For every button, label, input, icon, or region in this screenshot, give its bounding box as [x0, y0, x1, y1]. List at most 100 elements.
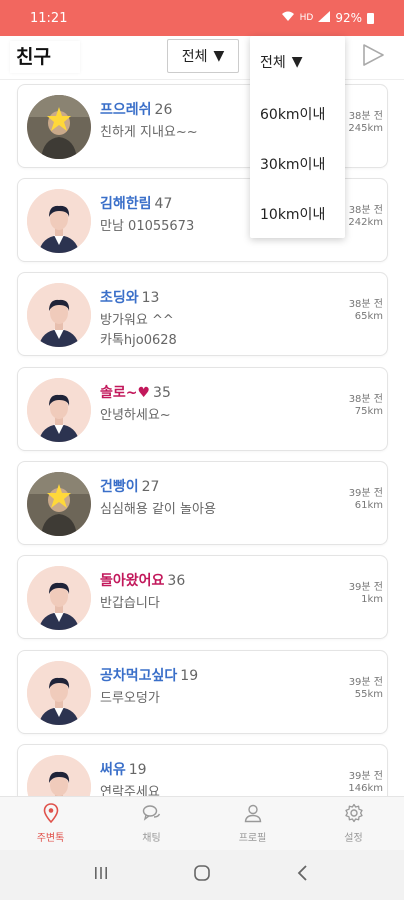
last-active-time: 38분 전 [348, 111, 383, 122]
friend-age: 27 [141, 479, 160, 495]
friend-name: 솔로~♥ [100, 385, 151, 401]
signal-icon [318, 11, 331, 25]
friend-status-message: 드루오덩가 [100, 691, 160, 706]
friend-age: 36 [167, 573, 186, 589]
friend-age: 19 [128, 762, 147, 778]
friend-name: 써유 [100, 762, 126, 778]
recent-apps-icon[interactable] [91, 863, 111, 887]
dropdown-arrow-icon: ▼ [213, 48, 225, 64]
friend-name-line: 돌아왔어요 36 [100, 570, 185, 590]
option-label: 60km이내 [260, 107, 326, 123]
battery-icon [367, 12, 374, 24]
last-active-time: 38분 전 [348, 205, 383, 216]
chat-bubbles-icon [142, 803, 162, 826]
gear-icon [344, 803, 364, 826]
friend-status-message: 심심해용 같이 놀아용 [100, 502, 216, 517]
distance-label: 61km [354, 500, 383, 511]
person-icon [243, 803, 263, 826]
system-navigation-bar [0, 850, 404, 900]
friend-name-line: 써유 19 [100, 759, 147, 779]
distance-label: 245km [348, 123, 383, 134]
friend-age: 19 [180, 668, 199, 684]
nav-profile[interactable]: 프로필 [202, 797, 303, 850]
avatar[interactable] [27, 95, 91, 159]
friend-status-message: 방가워요 ^^ 카톡hjo0628 [100, 313, 177, 348]
friend-name: 건빵이 [100, 479, 139, 495]
page-title: 친구 [10, 41, 80, 73]
friend-name: 프으레쉬 [100, 102, 152, 118]
network-label: HD [299, 13, 314, 23]
nav-settings[interactable]: 설정 [303, 797, 404, 850]
distance-label: 75km [354, 406, 383, 417]
last-active-time: 38분 전 [348, 299, 383, 310]
nav-chat[interactable]: 채팅 [101, 797, 202, 850]
friend-name: 김해한림 [100, 196, 152, 212]
distance-label: 55km [354, 689, 383, 700]
friend-name: 초딩와 [100, 290, 139, 306]
friend-name-line: 김해한림 47 [100, 193, 172, 213]
friend-card[interactable]: 써유 19 연락주세요 39분 전 146km [17, 744, 388, 796]
friend-card[interactable]: 초딩와 13 방가워요 ^^ 카톡hjo0628 38분 전 65km [17, 272, 388, 356]
avatar[interactable] [27, 661, 91, 725]
last-active-time: 39분 전 [348, 488, 383, 499]
distance-label: 65km [354, 311, 383, 322]
friend-name-line: 솔로~♥ 35 [100, 382, 171, 402]
nav-nearby-talk[interactable]: 주변톡 [0, 797, 101, 850]
distance-filter-button[interactable]: 전체 ▼ [167, 39, 239, 73]
option-label: 30km이내 [260, 157, 326, 173]
friend-age: 26 [154, 102, 173, 118]
status-icons: HD 92% [281, 11, 374, 25]
friend-name: 돌아왔어요 [100, 573, 165, 589]
option-label: 10km이내 [260, 207, 326, 223]
last-active-time: 39분 전 [348, 677, 383, 688]
distance-label: 146km [348, 783, 383, 794]
battery-percent: 92% [335, 11, 362, 25]
friend-name-line: 공차먹고싶다 19 [100, 665, 198, 685]
friend-card[interactable]: 솔로~♥ 35 안녕하세요~ 38분 전 75km [17, 367, 388, 451]
friend-name-line: 초딩와 13 [100, 287, 159, 307]
avatar[interactable] [27, 472, 91, 536]
friend-name-line: 프으레쉬 26 [100, 99, 172, 119]
friend-card[interactable]: 건빵이 27 심심해용 같이 놀아용 39분 전 61km [17, 461, 388, 545]
last-active-time: 39분 전 [348, 771, 383, 782]
nav-label: 주변톡 [36, 833, 65, 844]
friend-card[interactable]: 공차먹고싶다 19 드루오덩가 39분 전 55km [17, 650, 388, 734]
dropdown-option-all[interactable]: 전체 ▼ [260, 52, 303, 72]
last-active-time: 38분 전 [348, 394, 383, 405]
avatar[interactable] [27, 566, 91, 630]
dropdown-option-30km[interactable]: 30km이내 [260, 154, 325, 174]
send-icon[interactable] [360, 42, 386, 68]
option-label: 전체 [260, 55, 286, 71]
nav-label: 채팅 [142, 833, 161, 844]
dropdown-option-10km[interactable]: 10km이내 [260, 204, 325, 224]
status-time: 11:21 [30, 10, 68, 26]
distance-label: 242km [348, 217, 383, 228]
nav-label: 설정 [344, 833, 363, 844]
dropdown-arrow-icon: ▼ [291, 54, 303, 70]
distance-dropdown-menu: 전체 ▼ 60km이내 30km이내 10km이내 [250, 36, 345, 238]
filter-label: 전체 [181, 49, 208, 65]
avatar[interactable] [27, 283, 91, 347]
wifi-icon [281, 11, 295, 25]
friend-status-message: 친하게 지내요~~ [100, 125, 198, 140]
friend-status-message: 반갑습니다 [100, 596, 160, 611]
avatar[interactable] [27, 189, 91, 253]
nav-label: 프로필 [238, 833, 267, 844]
back-icon[interactable] [293, 863, 313, 887]
friend-status-message: 안녕하세요~ [100, 408, 171, 423]
friend-status-message: 만남 01055673 [100, 219, 195, 234]
avatar[interactable] [27, 755, 91, 796]
friend-age: 13 [141, 290, 160, 306]
friend-card[interactable]: 돌아왔어요 36 반갑습니다 39분 전 1km [17, 555, 388, 639]
friend-name: 공차먹고싶다 [100, 668, 178, 684]
avatar[interactable] [27, 378, 91, 442]
dropdown-option-60km[interactable]: 60km이내 [260, 104, 325, 124]
home-icon[interactable] [192, 863, 212, 887]
friend-name-line: 건빵이 27 [100, 476, 159, 496]
location-pin-icon [41, 803, 61, 826]
status-bar: 11:21 HD 92% [0, 0, 404, 36]
distance-label: 1km [361, 594, 383, 605]
last-active-time: 39분 전 [348, 582, 383, 593]
friend-age: 47 [154, 196, 173, 212]
bottom-navigation: 주변톡 채팅 프로필 설정 [0, 796, 404, 850]
